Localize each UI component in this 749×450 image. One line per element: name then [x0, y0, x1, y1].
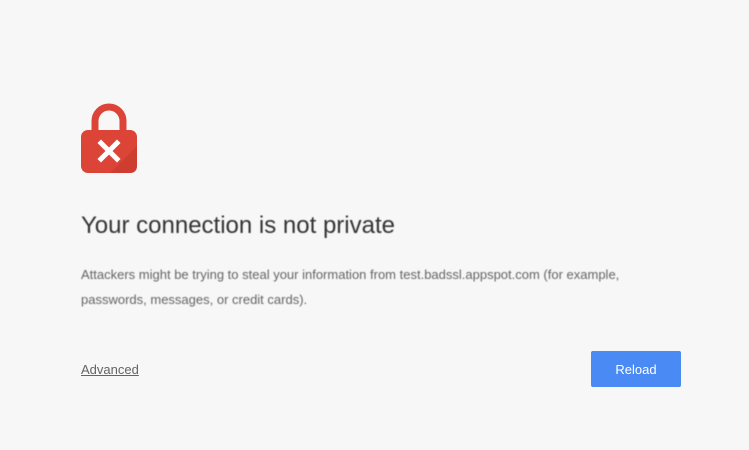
advanced-link[interactable]: Advanced	[81, 362, 139, 377]
reload-button[interactable]: Reload	[591, 351, 681, 387]
page-title: Your connection is not private	[81, 212, 395, 239]
error-description: Attackers might be trying to steal your …	[81, 267, 620, 307]
privacy-error-page: Your connection is not private Attackers…	[0, 0, 749, 450]
lock-error-icon	[81, 103, 137, 173]
